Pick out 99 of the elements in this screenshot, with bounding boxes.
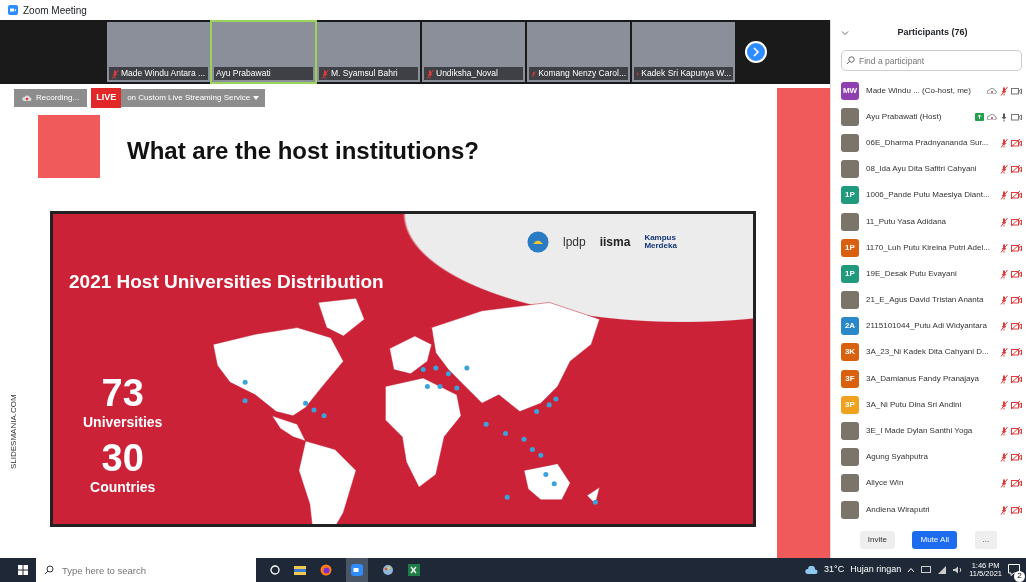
avatar-photo-placeholder <box>841 291 859 310</box>
participant-name: 3E_I Made Dylan Santhi Yoga <box>866 425 974 437</box>
speaker-icon[interactable] <box>953 566 964 574</box>
search-field[interactable]: Find a participant <box>841 50 1022 72</box>
avatar: 1P <box>841 238 859 257</box>
panel-title: Participants (76) <box>896 26 969 40</box>
chevron-up-icon[interactable] <box>907 567 916 573</box>
avatar: 1P <box>841 186 859 205</box>
window-title: Zoom Meeting <box>23 3 87 18</box>
mute-all-button[interactable]: Mute All <box>912 531 957 550</box>
avatar-photo-placeholder <box>841 160 859 179</box>
participant-name: 1170_Luh Putu Kireina Putri Adel... <box>866 241 991 254</box>
app-icon <box>8 5 18 15</box>
participant-row[interactable]: 11_Putu Yasa Adidana <box>831 208 1026 235</box>
participant-name: Ayu Prabawati (Host) <box>866 110 943 123</box>
participant-row[interactable]: 3F 3A_Damianus Fandy Pranajaya <box>831 365 1026 392</box>
avatar-photo-placeholder <box>841 107 859 126</box>
participant-name: 3A_23_Ni Kadek Dita Cahyani D... <box>866 346 990 359</box>
image-heading: 2021 Host Universities Distribution <box>69 270 384 294</box>
avatar-photo-placeholder <box>841 500 859 519</box>
participant-row[interactable]: MW Made Windu ... (Co-host, me) <box>831 77 1026 104</box>
stat-label: Countries <box>90 478 156 497</box>
search-icon <box>846 56 855 66</box>
stat-number: 30 <box>101 439 144 477</box>
avatar: 3P <box>841 395 859 414</box>
participant-name: Made Windu ... (Co-host, me) <box>866 84 972 97</box>
participant-row[interactable]: 1P 19E_Desak Putu Evayani <box>831 260 1026 287</box>
live-badge: LIVE <box>91 88 122 108</box>
participant-name: Ayu Prabawati <box>216 67 271 80</box>
weather-text: Hujan ringan <box>850 563 902 577</box>
participant-name: Allyce Win <box>866 477 905 490</box>
footer-button[interactable]: Invite <box>859 531 895 550</box>
notification-icon[interactable] <box>1008 563 1020 576</box>
avatar: 1P <box>841 264 859 283</box>
cloud-icon <box>22 94 32 102</box>
avatar: MW <box>841 81 859 100</box>
stat-number: 73 <box>101 374 144 412</box>
participant-name: 11_Putu Yasa Adidana <box>866 215 948 228</box>
participant-name: 19E_Desak Putu Evayani <box>866 267 958 280</box>
avatar-photo-placeholder <box>841 474 859 493</box>
slide-title: What are the host institutions? <box>127 136 479 166</box>
participant-name: Komang Nenzy Carol... <box>538 67 626 80</box>
chevron-right-icon <box>752 47 760 57</box>
participant-row[interactable]: 2A 2115101044_Putu Adi Widyantara <box>831 313 1026 340</box>
participant-name: M. Syamsul Bahri <box>331 67 398 80</box>
logo-text: Kampus Merdeka <box>644 234 678 250</box>
participant-row[interactable]: 3K 3A_23_Ni Kadek Dita Cahyani D... <box>831 339 1026 366</box>
folder-icon[interactable] <box>294 565 306 575</box>
participant-row[interactable]: 06E_Dharma Pradnyananda Sur... <box>831 129 1026 157</box>
avatar: 3F <box>841 369 859 388</box>
stat-label: Universities <box>83 413 163 432</box>
paint-icon[interactable] <box>382 564 394 576</box>
footer-button[interactable]: ... <box>974 531 998 550</box>
participant-name: 06E_Dharma Pradnyananda Sur... <box>866 136 990 149</box>
next-page-button[interactable] <box>745 41 767 63</box>
avatar: 2A <box>841 317 859 336</box>
logo-text: iisma <box>599 234 631 251</box>
participant-row[interactable]: Allyce Win <box>831 470 1026 497</box>
participant-name: 08_Ida Ayu Dita Safitri Cahyani <box>866 163 978 176</box>
participant-row[interactable]: Andiena Wiraputri <box>831 496 1026 523</box>
avatar-photo-placeholder <box>841 212 859 231</box>
participant-row[interactable]: 1P 1006_Pande Putu Maesiya Diant... <box>831 182 1026 209</box>
emblem-icon <box>527 231 549 253</box>
temperature-text: 31°C <box>824 563 845 577</box>
windows-start-icon[interactable] <box>18 565 28 575</box>
participant-row[interactable]: 3P 3A_Ni Putu Dina Sri Andini <box>831 391 1026 418</box>
participant-name: 21_E_Agus David Tristan Ananta <box>866 294 985 307</box>
participant-name: 3A_Damianus Fandy Pranajaya <box>866 372 980 385</box>
avatar-photo-placeholder <box>841 133 859 152</box>
avatar-photo-placeholder <box>841 448 859 467</box>
participant-row[interactable]: Agung Syahputra <box>831 444 1026 471</box>
task-view-icon[interactable] <box>270 565 280 575</box>
slide-credit: SLIDESMANIA.COM <box>8 394 19 469</box>
participant-name: Undiksha_Noval <box>436 67 498 80</box>
participant-name: Kadek Sri Kapunya W... <box>641 67 731 80</box>
participant-name: 1006_Pande Putu Maesiya Diant... <box>866 189 991 202</box>
participant-name: Agung Syahputra <box>866 451 929 464</box>
participant-name: Made Windu Antara ... <box>121 67 206 80</box>
avatar-photo-placeholder <box>841 422 859 440</box>
avatar: 3K <box>841 343 859 362</box>
wifi-icon[interactable] <box>937 566 948 574</box>
participant-name: 2115101044_Putu Adi Widyantara <box>866 320 988 333</box>
video-app-icon[interactable] <box>346 558 368 582</box>
participant-row[interactable]: 1P 1170_Luh Putu Kireina Putri Adel... <box>831 234 1026 261</box>
logo-text: lpdp <box>563 234 586 251</box>
participant-name: Andiena Wiraputri <box>866 503 931 516</box>
search-icon <box>44 565 54 575</box>
participant-name: 3A_Ni Putu Dina Sri Andini <box>866 398 963 411</box>
browser-icon[interactable] <box>320 564 332 576</box>
participant-row[interactable]: 08_Ida Ayu Dita Safitri Cahyani <box>831 156 1026 183</box>
taskbar-search-field[interactable]: Type here to search <box>36 558 256 582</box>
slide-square-decoration <box>38 115 100 178</box>
notification-count: 2 <box>1014 570 1025 582</box>
participant-row[interactable]: Ayu Prabawati (Host) <box>831 103 1026 130</box>
participant-row[interactable]: 3E_I Made Dylan Santhi Yoga <box>831 417 1026 445</box>
caret-icon <box>252 95 259 100</box>
spreadsheet-icon[interactable] <box>408 564 420 576</box>
cloud-icon <box>805 566 819 574</box>
participant-row[interactable]: 21_E_Agus David Tristan Ananta <box>831 287 1026 314</box>
